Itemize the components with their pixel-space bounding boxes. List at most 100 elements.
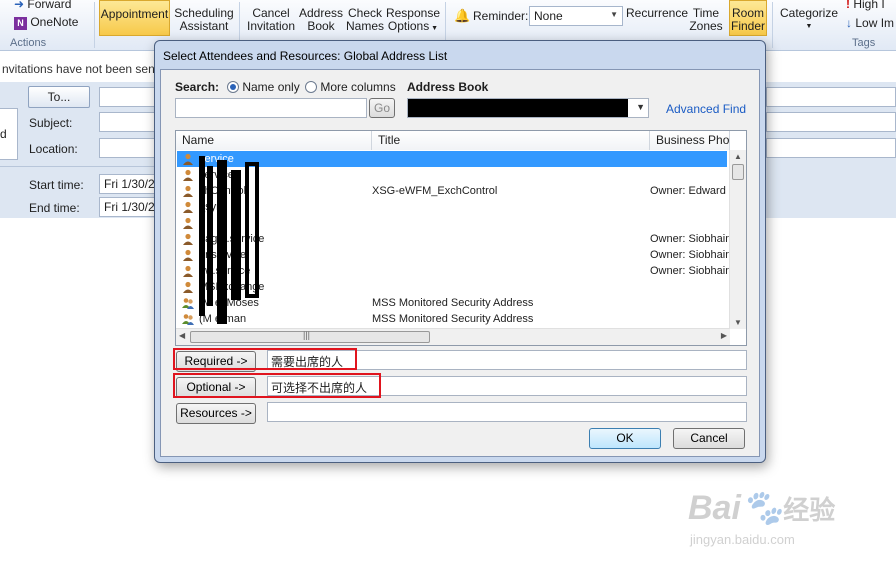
list-item[interactable]: nager.serviceOwner: Siobhain	[177, 231, 730, 247]
radio-selected-icon	[227, 81, 239, 93]
recurrence-button[interactable]: Recurrence	[626, 7, 688, 20]
list-item[interactable]: (M el Moses MSS Monitored Security Addres…	[177, 295, 727, 311]
reminder-select[interactable]: None ▼	[529, 6, 623, 26]
watermark-logo: Bai🐾经验	[688, 489, 836, 527]
subject-field[interactable]	[99, 112, 159, 132]
location-label: Location:	[29, 142, 78, 156]
categorize-button[interactable]: Categorize ▼	[778, 7, 840, 33]
forward-button[interactable]: ➜ Forward	[14, 0, 71, 11]
list-item[interactable]: (M erman MSS Monitored Security Address	[177, 311, 727, 327]
grip-icon: |||	[303, 330, 311, 340]
resources-button[interactable]: Resources ->	[176, 403, 256, 424]
radio-empty-icon	[305, 81, 317, 93]
go-button[interactable]: Go	[369, 98, 395, 118]
redacted-block	[231, 170, 241, 300]
send-button[interactable]: d	[0, 108, 18, 160]
column-header-name[interactable]: Name	[176, 131, 372, 150]
arrow-down-icon: ↓	[846, 16, 852, 30]
ok-button[interactable]: OK	[589, 428, 661, 449]
subject-field-right[interactable]	[766, 112, 896, 132]
list-item[interactable]: MSExchange	[177, 279, 727, 295]
to-button[interactable]: To...	[28, 86, 90, 108]
time-zones-button[interactable]: Time Zones	[688, 7, 724, 33]
dialog-title: Select Attendees and Resources: Global A…	[163, 49, 448, 63]
annotation-box	[173, 348, 357, 370]
person-icon	[183, 185, 193, 197]
person-icon	[183, 265, 193, 277]
search-label: Search:	[175, 80, 220, 94]
advanced-find-link[interactable]: Advanced Find	[666, 102, 746, 116]
end-date-field[interactable]: Fri 1/30/20	[99, 197, 159, 217]
redacted-block	[199, 156, 205, 316]
list-item[interactable]: _sym	[177, 199, 727, 215]
group-icon	[182, 298, 194, 309]
chevron-down-icon: ▼	[429, 25, 439, 32]
forward-icon: ➜	[14, 0, 25, 11]
room-finder-button[interactable]: Room Finder	[729, 0, 767, 36]
radio-more-columns[interactable]: More columns	[305, 80, 396, 94]
vertical-scrollbar[interactable]: ▲ ▼	[729, 150, 746, 329]
arrow-down-icon: ▼	[734, 318, 742, 327]
check-names-button[interactable]: Check Names	[345, 7, 385, 33]
list-item[interactable]: service	[177, 151, 727, 167]
column-header-phone[interactable]: Business Phone	[650, 131, 730, 150]
list-item[interactable]: ow.serviceOwner: Siobhain	[177, 263, 730, 279]
redacted-block	[408, 99, 628, 117]
cell-phone: Owner: Edward G	[650, 185, 730, 197]
scrollbar-thumb[interactable]: |||	[190, 330, 430, 343]
horizontal-scrollbar[interactable]: ◀ ||| ▶	[176, 328, 730, 345]
onenote-button[interactable]: N OneNote	[14, 15, 78, 30]
arrow-left-icon: ◀	[179, 331, 186, 340]
person-icon	[183, 281, 193, 293]
list-item[interactable]: chControlXSG-eWFM_ExchControlOwner: Edwa…	[177, 183, 730, 199]
address-book-label: Address Book	[407, 80, 489, 94]
person-icon	[183, 233, 193, 245]
paw-icon: 🐾	[740, 489, 784, 527]
to-field-right[interactable]	[766, 87, 896, 107]
search-input[interactable]	[175, 98, 367, 118]
person-icon	[183, 169, 193, 181]
location-field-right[interactable]	[766, 138, 896, 158]
cell-phone: Owner: Siobhain	[650, 265, 730, 277]
list-item[interactable]: service	[177, 167, 727, 183]
redacted-block	[207, 166, 213, 306]
appointment-button[interactable]: Appointment	[99, 0, 170, 36]
list-item[interactable]: er.serviceOwner: Siobhain	[177, 247, 730, 263]
person-icon	[183, 249, 193, 261]
select-attendees-dialog: Select Attendees and Resources: Global A…	[154, 40, 766, 463]
subject-label: Subject:	[29, 116, 73, 130]
address-book-button[interactable]: Address Book	[298, 7, 344, 33]
person-icon	[183, 217, 193, 229]
start-date-field[interactable]: Fri 1/30/20	[99, 174, 159, 194]
scrollbar-thumb[interactable]	[732, 164, 744, 180]
bell-icon: 🔔	[454, 8, 471, 23]
resources-field[interactable]	[267, 402, 747, 422]
list-item[interactable]	[177, 215, 727, 231]
divider	[0, 166, 160, 167]
ribbon-separator	[772, 2, 773, 48]
cell-phone: Owner: Siobhain	[650, 233, 730, 245]
cancel-invitation-button[interactable]: Cancel Invitation	[243, 7, 299, 33]
cell-title: MSS Monitored Security Address	[372, 297, 534, 309]
radio-name-only[interactable]: Name only	[227, 80, 300, 94]
low-importance-button[interactable]: ↓ Low Im	[846, 16, 894, 30]
location-field[interactable]	[99, 138, 159, 158]
onenote-icon: N	[14, 17, 27, 30]
redacted-block	[217, 160, 227, 324]
person-icon	[183, 201, 193, 213]
scheduling-assistant-button[interactable]: Scheduling Assistant	[172, 7, 236, 33]
dialog-body: Search: Name only More columns Address B…	[160, 69, 760, 457]
cell-title: XSG-eWFM_ExchControl	[372, 185, 498, 197]
column-header-title[interactable]: Title	[372, 131, 650, 150]
high-importance-button[interactable]: ! High I	[846, 0, 885, 11]
response-options-button[interactable]: Response Options ▼	[385, 7, 441, 35]
redacted-block	[245, 162, 259, 298]
actions-group-label: Actions	[10, 37, 47, 49]
address-book-select[interactable]: ▼	[407, 98, 649, 118]
cell-title: MSS Monitored Security Address	[372, 313, 534, 325]
to-field[interactable]	[99, 87, 159, 107]
arrow-up-icon: ▲	[734, 152, 742, 161]
cancel-button[interactable]: Cancel	[673, 428, 745, 449]
chevron-down-icon: ▼	[805, 23, 813, 30]
cell-phone: Owner: Siobhain	[650, 249, 730, 261]
